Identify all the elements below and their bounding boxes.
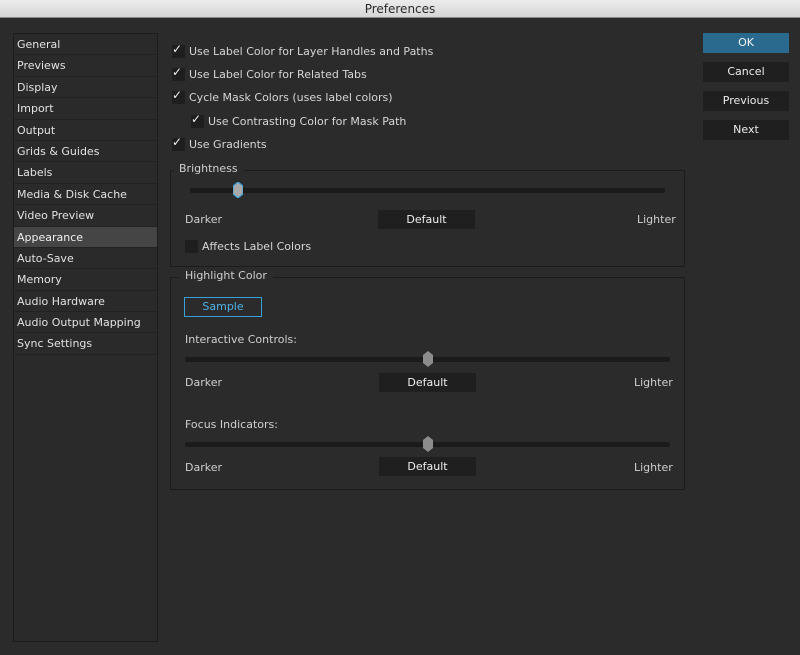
highlight-color-title: Highlight Color (179, 269, 273, 282)
focus-indicators-slider[interactable] (185, 436, 670, 452)
sidebar-item-previews[interactable]: Previews (14, 55, 157, 77)
checkbox-label: Use Label Color for Layer Handles and Pa… (189, 44, 434, 58)
slider-thumb-icon[interactable] (232, 182, 243, 198)
checkbox-label-color-related-tabs[interactable]: ✓ (172, 64, 185, 81)
checkbox-label: Use Gradients (189, 137, 267, 151)
checkbox-label: Affects Label Colors (202, 239, 312, 253)
checkbox-label: Use Label Color for Related Tabs (189, 67, 367, 81)
sidebar-item-audio-hardware[interactable]: Audio Hardware (14, 291, 157, 313)
option-cycle-mask-colors[interactable]: ✓ Cycle Mask Colors (uses label colors) (172, 88, 393, 106)
sidebar-item-labels[interactable]: Labels (14, 162, 157, 184)
brightness-default-button[interactable]: Default (378, 210, 475, 229)
option-contrasting-mask-path[interactable]: ✓ Use Contrasting Color for Mask Path (191, 112, 406, 130)
checkmark-icon: ✓ (172, 134, 183, 149)
checkbox-contrasting-mask-path[interactable]: ✓ (191, 111, 204, 128)
sidebar-item-auto-save[interactable]: Auto-Save (14, 248, 157, 270)
next-button[interactable]: Next (703, 120, 789, 140)
focus-indicators-label: Focus Indicators: (185, 418, 278, 431)
highlight-sample-button[interactable]: Sample (184, 297, 262, 317)
focus-indicators-default-button[interactable]: Default (379, 457, 476, 476)
sidebar-item-memory[interactable]: Memory (14, 269, 157, 291)
sidebar-item-import[interactable]: Import (14, 98, 157, 120)
sidebar-item-media-disk-cache[interactable]: Media & Disk Cache (14, 184, 157, 206)
brightness-title: Brightness (173, 162, 244, 175)
option-label-color-related-tabs[interactable]: ✓ Use Label Color for Related Tabs (172, 65, 367, 83)
interactive-controls-slider[interactable] (185, 351, 670, 367)
preferences-sidebar: General Previews Display Import Output Grids … (13, 33, 158, 642)
checkmark-icon: ✓ (191, 111, 202, 126)
focus-indicators-max-label: Lighter (634, 461, 673, 474)
sidebar-item-sync-settings[interactable]: Sync Settings (14, 333, 157, 355)
brightness-min-label: Darker (185, 213, 223, 226)
checkmark-icon: ✓ (172, 87, 183, 102)
sidebar-item-appearance[interactable]: Appearance (14, 226, 157, 248)
sidebar-item-general[interactable]: General (14, 34, 157, 56)
sidebar-item-audio-output-mapping[interactable]: Audio Output Mapping (14, 312, 157, 334)
option-use-gradients[interactable]: ✓ Use Gradients (172, 135, 267, 153)
checkbox-label-color-layer-handles[interactable]: ✓ (172, 41, 185, 58)
option-affects-label-colors[interactable]: Affects Label Colors (185, 237, 311, 255)
interactive-controls-min-label: Darker (185, 376, 223, 389)
cancel-button[interactable]: Cancel (703, 62, 789, 82)
sidebar-item-display[interactable]: Display (14, 77, 157, 99)
checkmark-icon: ✓ (172, 64, 183, 79)
checkbox-label: Cycle Mask Colors (uses label colors) (189, 90, 393, 104)
focus-indicators-min-label: Darker (185, 461, 223, 474)
slider-thumb-icon[interactable] (422, 436, 433, 452)
sidebar-item-grids-guides[interactable]: Grids & Guides (14, 141, 157, 163)
checkbox-cycle-mask-colors[interactable]: ✓ (172, 87, 185, 104)
window-title: Preferences (364, 2, 436, 16)
sidebar-item-video-preview[interactable]: Video Preview (14, 205, 157, 227)
window-titlebar: Preferences (0, 0, 800, 18)
checkbox-affects-label-colors[interactable] (185, 239, 198, 253)
checkbox-use-gradients[interactable]: ✓ (172, 134, 185, 151)
brightness-max-label: Lighter (637, 213, 676, 226)
brightness-slider[interactable] (190, 182, 665, 198)
interactive-controls-label: Interactive Controls: (185, 333, 297, 346)
previous-button[interactable]: Previous (703, 91, 789, 111)
ok-button[interactable]: OK (703, 33, 789, 53)
checkmark-icon: ✓ (172, 41, 183, 56)
slider-thumb-icon[interactable] (422, 351, 433, 367)
option-label-color-layer-handles[interactable]: ✓ Use Label Color for Layer Handles and … (172, 42, 433, 60)
sidebar-item-output[interactable]: Output (14, 120, 157, 141)
checkbox-label: Use Contrasting Color for Mask Path (208, 114, 407, 128)
interactive-controls-max-label: Lighter (634, 376, 673, 389)
interactive-controls-default-button[interactable]: Default (379, 373, 476, 392)
